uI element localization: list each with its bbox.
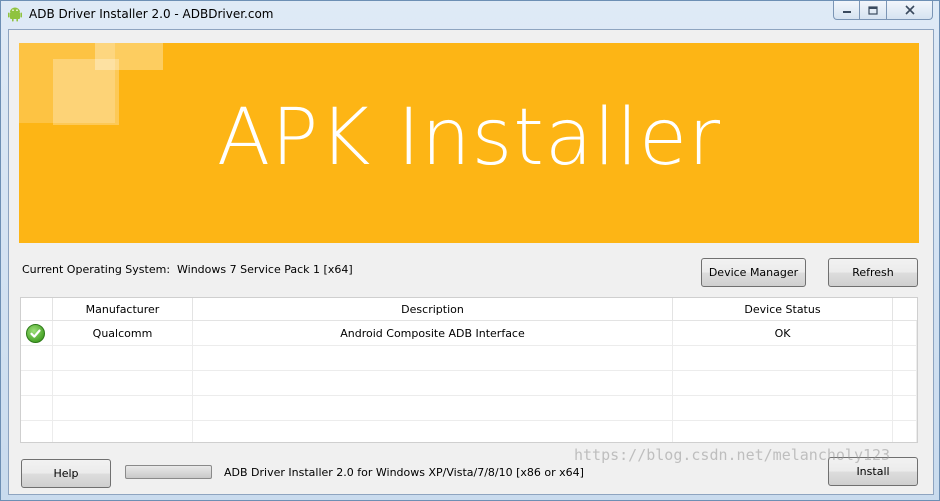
column-header-description[interactable]: Description [193,298,673,321]
empty-cell [673,371,893,396]
table-row-empty [21,371,917,396]
banner-title: APK Installer [216,93,722,183]
column-header-status[interactable]: Device Status [673,298,893,321]
table-row[interactable]: Qualcomm Android Composite ADB Interface… [21,321,917,346]
device-manager-button[interactable]: Device Manager [701,258,806,287]
filler-cell [893,321,917,346]
table-row-empty [21,346,917,371]
empty-cell [893,421,917,442]
empty-cell [53,421,193,442]
window-controls [833,1,933,20]
maximize-button[interactable] [860,1,887,20]
empty-cell [21,421,53,442]
description-cell: Android Composite ADB Interface [193,321,673,346]
empty-cell [193,421,673,442]
column-header-manufacturer[interactable]: Manufacturer [53,298,193,321]
manufacturer-cell: Qualcomm [53,321,193,346]
title-bar[interactable]: ADB Driver Installer 2.0 - ADBDriver.com [1,1,939,27]
empty-cell [893,396,917,421]
empty-cell [21,396,53,421]
empty-cell [193,371,673,396]
help-button[interactable]: Help [21,459,111,488]
empty-cell [21,371,53,396]
banner: APK Installer [19,43,919,243]
os-value: Windows 7 Service Pack 1 [x64] [177,263,353,276]
column-header-filler [893,298,917,321]
empty-cell [673,421,893,442]
close-icon [904,5,915,15]
window-title: ADB Driver Installer 2.0 - ADBDriver.com [29,7,274,21]
minimize-button[interactable] [833,1,860,20]
row-icon-cell [21,321,53,346]
client-area: APK Installer Current Operating System: … [8,29,934,495]
column-header-icon[interactable] [21,298,53,321]
maximize-icon [868,5,878,15]
empty-cell [53,346,193,371]
refresh-button[interactable]: Refresh [828,258,918,287]
device-table[interactable]: Manufacturer Description Device Status Q… [20,297,918,443]
empty-cell [53,396,193,421]
banner-decoration [95,43,163,70]
minimize-icon [842,11,851,13]
empty-cell [673,396,893,421]
install-button[interactable]: Install [828,457,918,486]
status-cell: OK [673,321,893,346]
empty-cell [673,346,893,371]
empty-cell [193,346,673,371]
empty-cell [21,346,53,371]
android-icon [7,6,23,22]
table-row-empty [21,396,917,421]
close-button[interactable] [887,1,933,20]
empty-cell [893,346,917,371]
progress-bar [125,465,212,479]
empty-cell [193,396,673,421]
os-label: Current Operating System: [22,263,171,276]
empty-cell [893,371,917,396]
empty-cell [53,371,193,396]
table-header: Manufacturer Description Device Status [21,298,917,321]
table-row-empty [21,421,917,442]
app-window: ADB Driver Installer 2.0 - ADBDriver.com… [0,0,940,501]
check-icon [26,324,45,343]
status-text: ADB Driver Installer 2.0 for Windows XP/… [224,466,584,479]
